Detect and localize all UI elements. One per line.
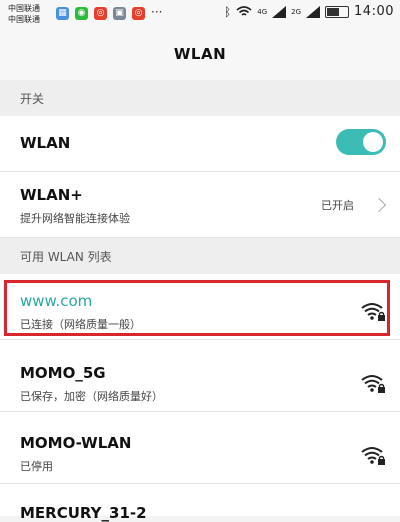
network-row-connected[interactable]: www.com 已连接（网络质量一般）	[0, 274, 400, 340]
page-title: WLAN	[0, 28, 400, 81]
network-row[interactable]: MOMO-WLAN 已停用	[0, 412, 400, 484]
network-row[interactable]: MERCURY_31-2	[0, 484, 400, 522]
net-type-1: 4G	[257, 7, 268, 16]
signal-icon	[272, 5, 287, 18]
network-ssid: www.com	[20, 292, 93, 310]
wifi-status-icon	[236, 5, 252, 16]
network-ssid: MERCURY_31-2	[20, 504, 147, 522]
clock: 14:00	[354, 4, 394, 19]
image-app-icon: ▣	[113, 7, 126, 20]
wlan-toggle-row[interactable]: WLAN	[0, 116, 400, 172]
net-type-2: 2G	[291, 7, 302, 16]
carrier-2: 中国联通	[8, 15, 40, 24]
notification-icons: ▦ ◉ ◎ ▣ ◎ ···	[56, 5, 163, 20]
section-header-switch: 开关	[0, 80, 400, 116]
carrier-labels: 中国联通 中国联通	[8, 3, 40, 25]
network-status: 已保存，加密（网络质量好）	[20, 390, 163, 403]
carrier-1: 中国联通	[8, 4, 40, 13]
more-icon: ···	[151, 5, 163, 19]
toggle-knob	[363, 132, 383, 152]
wlan-plus-row[interactable]: WLAN+ 提升网络智能连接体验 已开启	[0, 172, 400, 238]
section-header-networks: 可用 WLAN 列表	[0, 238, 400, 274]
wechat-icon: ◉	[75, 7, 88, 20]
weibo-icon: ◎	[94, 7, 107, 20]
chevron-right-icon	[371, 197, 387, 213]
wlan-toggle-switch[interactable]	[336, 129, 386, 155]
wlan-plus-label: WLAN+	[20, 186, 83, 204]
network-row[interactable]: MOMO_5G 已保存，加密（网络质量好）	[0, 340, 400, 412]
system-icons: ᛒ 4G 2G 14:00	[224, 4, 394, 19]
status-bar: 中国联通 中国联通 ▦ ◉ ◎ ▣ ◎ ··· ᛒ 4G 2G 14:00	[0, 0, 400, 28]
weibo-icon-2: ◎	[132, 7, 145, 20]
wlan-plus-subtitle: 提升网络智能连接体验	[20, 212, 130, 225]
battery-icon	[325, 5, 350, 18]
network-status: 已连接（网络质量一般）	[20, 318, 141, 331]
wlan-plus-value: 已开启	[321, 199, 354, 212]
signal-icon-2	[306, 5, 321, 18]
network-ssid: MOMO-WLAN	[20, 434, 132, 452]
wifi-lock-icon	[361, 447, 385, 465]
wifi-lock-icon	[361, 375, 385, 393]
wifi-lock-icon	[361, 303, 385, 321]
bluetooth-icon: ᛒ	[224, 4, 232, 19]
photo-app-icon: ▦	[56, 7, 69, 20]
network-ssid: MOMO_5G	[20, 364, 106, 382]
wlan-label: WLAN	[20, 134, 71, 152]
network-status: 已停用	[20, 460, 53, 473]
